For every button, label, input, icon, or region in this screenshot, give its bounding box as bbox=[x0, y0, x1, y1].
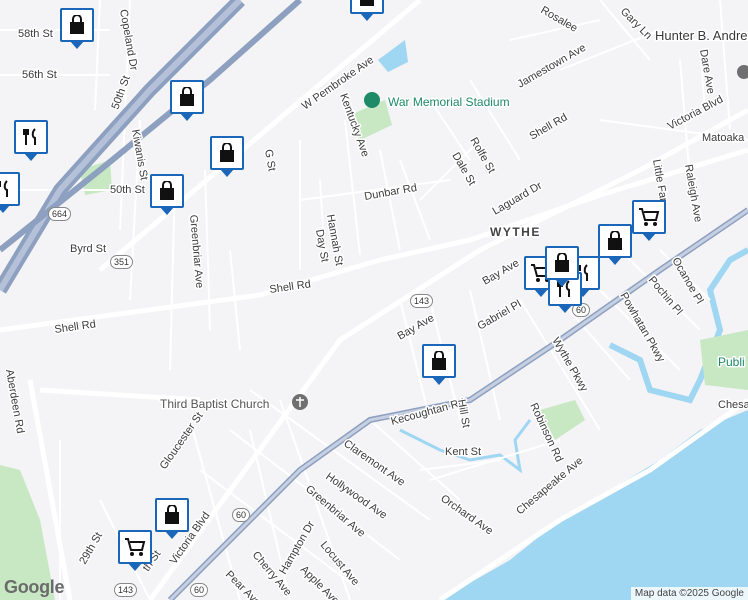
street-label-laguard: Laguard Dr bbox=[491, 180, 545, 218]
shopping-bag-icon bbox=[360, 0, 374, 6]
map-pin-shopping-bag[interactable] bbox=[350, 0, 384, 21]
shopping-bag-icon bbox=[165, 505, 179, 524]
street-label-kent: Kent St bbox=[445, 446, 481, 458]
street-label-bay-north: Bay Ave bbox=[481, 257, 522, 287]
map-pin-restaurant[interactable] bbox=[14, 120, 48, 161]
fork-knife-icon bbox=[23, 128, 36, 145]
shopping-bag-icon bbox=[608, 231, 622, 250]
street-label-bay-south: Bay Ave bbox=[396, 312, 437, 342]
shopping-bag-icon bbox=[555, 253, 569, 272]
map-pin-restaurant[interactable] bbox=[0, 172, 20, 213]
street-label-shell-ne: Shell Rd bbox=[528, 111, 570, 142]
street-label-chesapeake-east: Chesa bbox=[718, 399, 748, 411]
street-label-29th: 29th St bbox=[77, 530, 105, 566]
street-label-jamestown: Jamestown Ave bbox=[516, 42, 589, 91]
street-label-g-st: G St bbox=[262, 148, 278, 172]
map-base: 58th St 56th St 50th St 50th St Copeland… bbox=[0, 0, 748, 600]
street-label-50th: 50th St bbox=[110, 184, 145, 196]
street-label-raleigh: Raleigh Ave bbox=[682, 163, 704, 223]
shopping-bag-icon bbox=[220, 143, 234, 162]
street-label-58th: 58th St bbox=[18, 28, 53, 40]
street-label-orchard: Orchard Ave bbox=[438, 493, 495, 538]
street-label-dale: Dale St bbox=[449, 151, 477, 188]
street-label-wythe-pkwy: Wythe Pkwy bbox=[549, 336, 590, 395]
street-label-56th: 56th St bbox=[22, 69, 57, 81]
poi-public-park: Publi bbox=[718, 355, 745, 369]
street-label-pembroke: W Pembroke Ave bbox=[300, 54, 376, 112]
pond bbox=[378, 40, 408, 72]
route-shield-664: 664 bbox=[48, 207, 72, 221]
poi-war-memorial-stadium: War Memorial Stadium bbox=[388, 95, 510, 109]
street-label-matoaka: Matoaka bbox=[702, 132, 745, 144]
map-pin-shopping-bag[interactable] bbox=[210, 136, 244, 177]
map-pin-shopping-bag[interactable] bbox=[155, 498, 189, 539]
stadium-icon bbox=[364, 92, 380, 108]
route-shield-143-north: 143 bbox=[410, 294, 434, 308]
street-label-shell-mid: Shell Rd bbox=[269, 278, 312, 296]
shopping-cart-icon bbox=[639, 208, 660, 226]
map-pin-shopping-bag[interactable] bbox=[422, 344, 456, 385]
shopping-bag-icon bbox=[70, 15, 84, 34]
street-label-chesapeake: Chesapeake Ave bbox=[514, 455, 585, 518]
google-logo: Google bbox=[4, 577, 65, 597]
route-shield-143-south: 143 bbox=[114, 583, 138, 597]
street-label-gary: Gary Ln bbox=[618, 6, 654, 42]
map-pin-shopping-bag[interactable] bbox=[170, 80, 204, 121]
school-icon bbox=[737, 65, 748, 79]
shopping-bag-icon bbox=[432, 351, 446, 370]
street-label-pear: Pear Ave bbox=[223, 569, 263, 600]
fork-knife-icon bbox=[0, 180, 8, 197]
street-label-greenbriar-north: Greenbriar Ave bbox=[187, 214, 205, 289]
street-label-rolfe: Rolfe St bbox=[467, 136, 497, 176]
street-label-gabriel: Gabriel Pl bbox=[476, 298, 524, 333]
street-label-gloucester: Gloucester St bbox=[158, 410, 206, 471]
street-label-aberdeen: Aberdeen Rd bbox=[3, 368, 26, 434]
street-label-pochin: Pochin Pl bbox=[646, 274, 685, 317]
poi-third-baptist-church: Third Baptist Church bbox=[160, 397, 269, 411]
route-shield-60-mid: 60 bbox=[232, 508, 251, 522]
street-label-byrd: Byrd St bbox=[70, 243, 106, 255]
map-pin-shopping-bag[interactable] bbox=[150, 174, 184, 215]
map-pin-grocery-cart[interactable] bbox=[632, 200, 666, 241]
route-shield-60-south: 60 bbox=[190, 583, 209, 597]
route-shield-351: 351 bbox=[110, 255, 134, 269]
street-label-apple: Apple Ave bbox=[298, 564, 341, 600]
area-label-wythe: WYTHE bbox=[490, 225, 541, 239]
map-pin-shopping-bag[interactable] bbox=[60, 8, 94, 49]
shopping-bag-icon bbox=[180, 87, 194, 106]
map-pin-shopping-bag[interactable] bbox=[545, 246, 579, 287]
map-canvas[interactable]: 58th St 56th St 50th St 50th St Copeland… bbox=[0, 0, 748, 600]
street-label-kecoughtan: Kecoughtan Rd bbox=[390, 397, 466, 428]
map-pin-grocery-cart[interactable] bbox=[118, 530, 152, 571]
street-label-rosalee: Rosalee bbox=[539, 4, 580, 35]
map-attribution[interactable]: Map data ©2025 Google bbox=[630, 587, 748, 600]
street-label-copeland: Copeland Dr bbox=[117, 8, 140, 71]
street-label-kiwanis: Kiwanis St bbox=[129, 128, 150, 181]
shopping-cart-icon bbox=[125, 538, 146, 556]
street-label-dare: Dare Ave bbox=[697, 48, 717, 94]
map-pin-shopping-bag[interactable] bbox=[598, 224, 632, 265]
poi-hunter-b-andre: Hunter B. Andre bbox=[655, 28, 748, 43]
shopping-bag-icon bbox=[160, 181, 174, 200]
